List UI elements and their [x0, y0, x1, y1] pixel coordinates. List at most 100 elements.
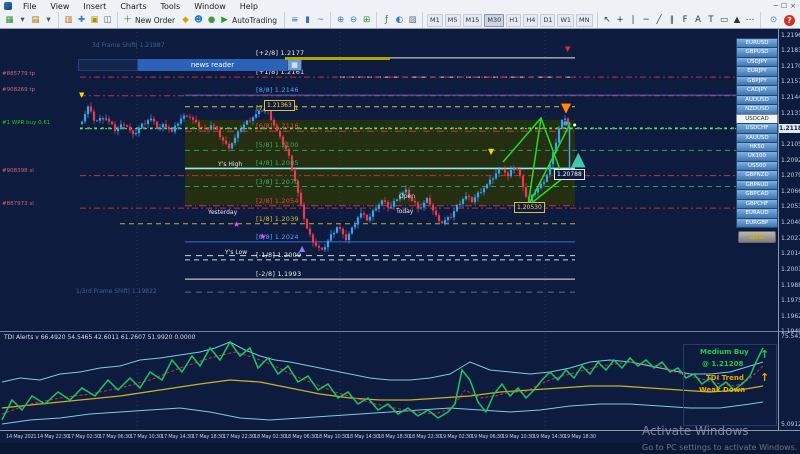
- murrey-level-label: [6/8] 1.2116: [256, 122, 299, 130]
- chart-annotation: Today: [396, 208, 413, 215]
- price-axis-tick: 1.20920: [781, 157, 800, 164]
- new-order-button[interactable]: ＋: [121, 14, 134, 27]
- price-axis-tick: 1.21570: [781, 78, 800, 85]
- candle-chart-icon[interactable]: ▮: [301, 14, 314, 27]
- menu-insert[interactable]: Insert: [76, 0, 113, 12]
- timeframe-m1-button[interactable]: M1: [427, 14, 443, 27]
- search-icon[interactable]: ⊙: [767, 14, 780, 27]
- orange-alert-arrow-icon: ▼: [561, 102, 571, 115]
- shapes-icon[interactable]: ▭: [718, 14, 731, 27]
- timeframe-mn-button[interactable]: MN: [576, 14, 592, 27]
- timeframe-h1-button[interactable]: H1: [506, 14, 521, 27]
- zoom-out-icon[interactable]: ⊖: [347, 14, 360, 27]
- navigator-icon[interactable]: ✚: [75, 14, 88, 27]
- window-controls: ─ ☐ ×: [774, 2, 800, 10]
- templates-icon[interactable]: ▨: [406, 14, 419, 27]
- arrows-icon[interactable]: ▲: [731, 14, 744, 27]
- symbol-button-eurgbp[interactable]: EURGBP: [736, 218, 778, 229]
- order-line-label: #885779 tp: [2, 71, 35, 77]
- horizontal-line-icon[interactable]: ─: [640, 14, 653, 27]
- menu-window[interactable]: Window: [187, 0, 233, 12]
- price-tag: 1.21363: [264, 100, 295, 111]
- time-axis-label: 18 May 10:30: [316, 434, 348, 440]
- profiles-icon[interactable]: ▤: [29, 14, 42, 27]
- alerts-icon[interactable]: ◆: [179, 14, 192, 27]
- activate-windows-watermark: Activate Windows: [642, 424, 749, 438]
- crosshair-icon[interactable]: +: [614, 14, 627, 27]
- cursor-icon[interactable]: ↖: [601, 14, 614, 27]
- time-axis-label: 17 May 10:30: [130, 434, 162, 440]
- time-axis-label: 18 May 02:30: [254, 434, 286, 440]
- buy-line-label: #1 WPR buy 0.61: [2, 120, 50, 126]
- price-axis-tick: 1.21050: [781, 141, 800, 148]
- app-logo-icon: [4, 2, 12, 10]
- price-axis-tick: 1.21960: [781, 32, 800, 39]
- label-icon[interactable]: T: [705, 14, 718, 27]
- chart-annotation: Open: [399, 193, 415, 200]
- timeframe-h4-button[interactable]: H4: [523, 14, 538, 27]
- murrey-level-label: [4/8] 1.2085: [256, 159, 299, 167]
- dropdown-icon[interactable]: ▾: [42, 14, 55, 27]
- menu-tools[interactable]: Tools: [153, 0, 187, 12]
- tdi-signal-line1: Medium Buy: [700, 348, 749, 356]
- bar-chart-icon[interactable]: ≡: [288, 14, 301, 27]
- market-watch-icon[interactable]: ▥: [62, 14, 75, 27]
- news-reader-bar[interactable]: news reader ▦: [78, 59, 302, 71]
- tdi-axis-top-value: 75.5412: [781, 333, 800, 340]
- community-icon[interactable]: ☻: [192, 14, 205, 27]
- vertical-line-icon[interactable]: |: [627, 14, 640, 27]
- periods-icon[interactable]: ◐: [393, 14, 406, 27]
- channel-icon[interactable]: ∥: [666, 14, 679, 27]
- time-axis-label: 18 May 14:30: [347, 434, 379, 440]
- price-axis-tick: 1.20400: [781, 219, 800, 226]
- minimize-button[interactable]: ─: [774, 2, 778, 10]
- news-ticker-bar: [285, 57, 390, 60]
- menu-view[interactable]: View: [43, 0, 76, 12]
- time-axis-label: 18 May 22:30: [409, 434, 441, 440]
- indicators-icon[interactable]: ƒ: [380, 14, 393, 27]
- yellow-signal-icon: ▼: [488, 148, 494, 156]
- tdi-window-separator[interactable]: [0, 331, 800, 332]
- autotrading-button[interactable]: ▶: [218, 14, 231, 27]
- zoom-in-icon[interactable]: ⊕: [334, 14, 347, 27]
- cyan-buy-triangle-icon: ▲: [571, 150, 586, 169]
- close-button[interactable]: ×: [790, 2, 796, 10]
- menu-help[interactable]: Help: [233, 0, 265, 12]
- price-axis-tick: 1.20270: [781, 235, 800, 242]
- frame-shift-top-label: 3d Frame Shift| 1.21987: [92, 42, 165, 49]
- more-tools-icon[interactable]: ⋯: [744, 14, 757, 27]
- menu-charts[interactable]: Charts: [113, 0, 153, 12]
- tdi-signal-line3: TDI Trend: [706, 374, 744, 382]
- time-axis-label: 19 May 02:30: [440, 434, 472, 440]
- line-chart-icon[interactable]: ~: [314, 14, 327, 27]
- timeframe-w1-button[interactable]: W1: [557, 14, 574, 27]
- news-reader-left-panel: [78, 59, 138, 71]
- new-chart-icon[interactable]: ▦: [3, 14, 16, 27]
- time-axis-label: 17 May 02:30: [68, 434, 100, 440]
- timeframe-m30-button[interactable]: M30: [484, 14, 504, 27]
- timeframe-m15-button[interactable]: M15: [463, 14, 483, 27]
- restore-button[interactable]: ☐: [781, 2, 787, 10]
- dropdown-icon[interactable]: ▾: [16, 14, 29, 27]
- murrey-level-label: [2/8] 1.2054: [256, 197, 299, 205]
- fibonacci-icon[interactable]: F: [679, 14, 692, 27]
- tdi-axis-bottom-value: 5.0912: [781, 421, 800, 428]
- news-reader-button[interactable]: ▦: [287, 59, 302, 71]
- trendline-icon[interactable]: ╱: [653, 14, 666, 27]
- atr-button[interactable]: ATR: [738, 231, 776, 243]
- tile-windows-icon[interactable]: ⊞: [360, 14, 373, 27]
- web-icon[interactable]: ●: [205, 14, 218, 27]
- current-price-box: 1.21181: [779, 124, 800, 133]
- chart-area[interactable]: news reader ▦: [0, 28, 800, 454]
- help-icon[interactable]: ?: [784, 15, 795, 26]
- text-icon[interactable]: A: [692, 14, 705, 27]
- strategy-tester-icon[interactable]: ◫: [101, 14, 114, 27]
- new-order-button-label: New Order: [135, 16, 175, 25]
- timeframe-m5-button[interactable]: M5: [445, 14, 461, 27]
- menu-file[interactable]: File: [16, 0, 43, 12]
- terminal-icon[interactable]: ▣: [88, 14, 101, 27]
- timeframe-d1-button[interactable]: D1: [540, 14, 555, 27]
- murrey-level-label: [-2/8] 1.1993: [256, 270, 301, 278]
- price-axis-tick: 1.20530: [781, 203, 800, 210]
- chart-annotation: Yesterday: [208, 209, 237, 216]
